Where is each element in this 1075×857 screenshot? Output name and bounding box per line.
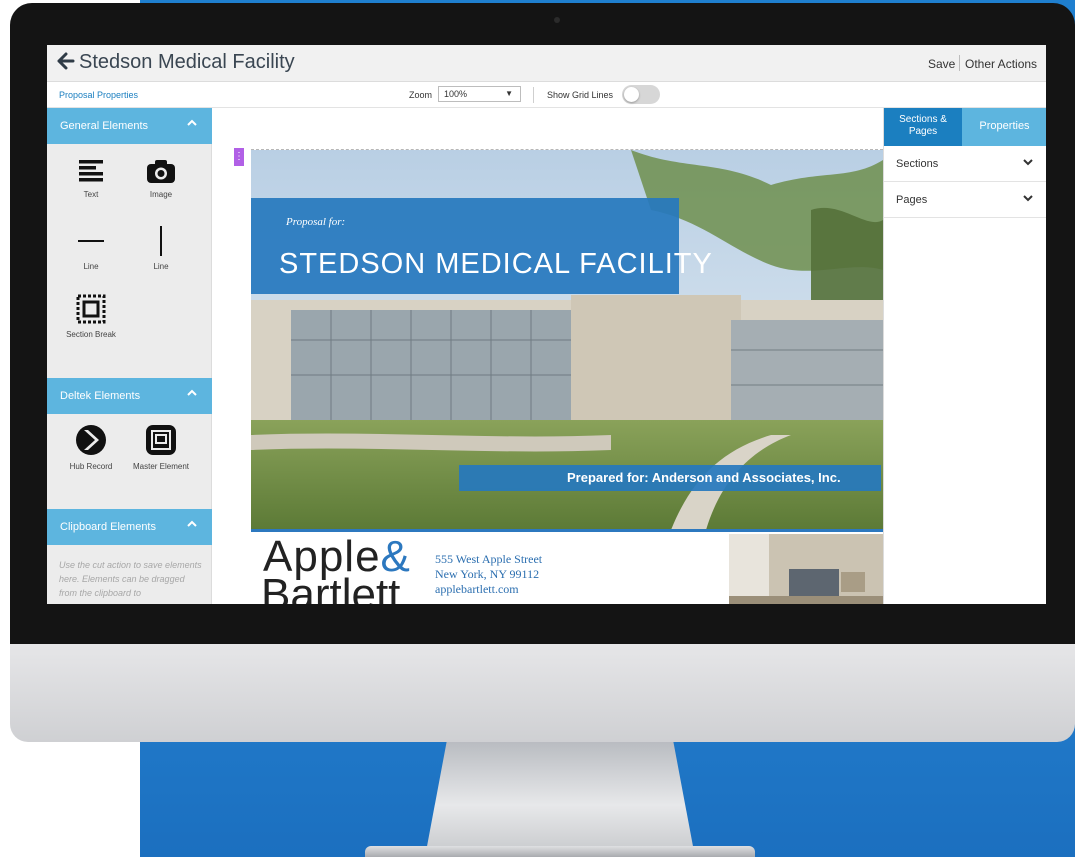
show-grid-lines-toggle[interactable] — [622, 85, 660, 104]
master-element-tool[interactable]: Master Element — [131, 424, 191, 472]
website-link: applebartlett.com — [435, 582, 519, 596]
section-break-icon — [76, 294, 106, 324]
tab-sections-pages[interactable]: Sections & Pages — [884, 108, 962, 146]
monitor-stand-base — [365, 846, 755, 857]
prepared-for-banner[interactable]: Prepared for: Anderson and Associates, I… — [459, 465, 881, 491]
general-elements-header[interactable]: General Elements — [47, 108, 212, 144]
hub-record-icon — [76, 425, 106, 455]
text-lines-icon — [79, 160, 103, 182]
app-screen: Stedson Medical Facility Save Other Acti… — [47, 45, 1046, 604]
general-elements-title: General Elements — [60, 120, 149, 132]
save-button[interactable]: Save — [928, 57, 955, 71]
cover-footer: Apple& Bartlett 555 West Apple Street Ne… — [251, 532, 883, 604]
text-element-tool[interactable]: Text — [61, 158, 121, 200]
horizontal-line-tool[interactable]: Line — [61, 226, 121, 272]
toolbar: Proposal Properties Zoom 100% ▼ Show Gri… — [47, 82, 1046, 108]
zoom-label: Zoom — [409, 90, 433, 100]
address-line: 555 West Apple Street — [435, 552, 543, 566]
office-interior-graphic — [729, 534, 883, 604]
proposal-properties-link[interactable]: Proposal Properties — [59, 90, 138, 100]
proposal-for-label: Proposal for: — [286, 216, 346, 228]
caret-down-icon: ▼ — [505, 89, 513, 98]
tool-label: Text — [83, 190, 99, 199]
tool-label: Section Break — [66, 330, 116, 339]
divider — [959, 55, 960, 71]
camera-icon — [147, 160, 175, 183]
clipboard-help-text: Use the cut action to save elements here… — [59, 560, 202, 598]
title-banner[interactable]: Proposal for: STEDSON MEDICAL FACILITY — [251, 198, 712, 294]
page-title: Stedson Medical Facility — [79, 51, 295, 73]
horizontal-line-icon — [78, 240, 104, 242]
deltek-elements-header[interactable]: Deltek Elements — [47, 378, 212, 414]
tool-label: Hub Record — [69, 462, 113, 471]
title-bar: Stedson Medical Facility Save Other Acti… — [47, 45, 1046, 82]
chevron-down-icon — [1023, 193, 1033, 206]
company-logo-line2: Bartlett — [261, 570, 401, 605]
vertical-line-icon — [160, 226, 162, 256]
hub-record-tool[interactable]: Hub Record — [61, 424, 121, 472]
address-line: New York, NY 99112 — [435, 567, 540, 581]
chevron-up-icon — [187, 388, 197, 401]
monitor-chin — [10, 644, 1075, 742]
monitor-stand — [425, 742, 695, 857]
proposal-canvas: ⋮ Proposal for: STEDSON MEDICAL FACILITY… — [213, 108, 883, 604]
tool-label: Line — [153, 262, 169, 271]
arrow-left-icon[interactable] — [57, 52, 75, 76]
clipboard-elements-title: Clipboard Elements — [60, 521, 156, 533]
project-name-heading: STEDSON MEDICAL FACILITY — [279, 248, 713, 280]
section-break-tool[interactable]: Section Break — [61, 294, 121, 340]
chevron-up-icon — [187, 519, 197, 532]
right-sidebar: Sections & Pages Properties Sections Pag… — [883, 108, 1046, 604]
vertical-line-tool[interactable]: Line — [131, 226, 191, 272]
master-element-icon — [146, 425, 176, 455]
show-grid-lines-label: Show Grid Lines — [547, 90, 614, 100]
tool-label: Master Element — [132, 462, 190, 471]
other-actions-button[interactable]: Other Actions — [965, 57, 1037, 71]
office-interior-image — [729, 534, 883, 604]
toggle-knob — [624, 87, 639, 102]
tool-label: Image — [149, 190, 173, 199]
zoom-select[interactable]: 100% ▼ — [438, 86, 521, 102]
scene: Stedson Medical Facility Save Other Acti… — [0, 0, 1075, 857]
drag-handle-icon[interactable]: ⋮ — [234, 148, 244, 166]
pages-accordion[interactable]: Pages — [884, 182, 1046, 218]
company-address: 555 West Apple Street New York, NY 99112… — [435, 552, 542, 597]
tool-label: Line — [83, 262, 99, 271]
cover-hero-image[interactable]: Proposal for: STEDSON MEDICAL FACILITY P… — [251, 149, 883, 529]
sections-accordion[interactable]: Sections — [884, 146, 1046, 182]
sections-label: Sections — [896, 158, 939, 170]
pages-label: Pages — [896, 194, 928, 206]
divider — [533, 87, 534, 103]
elements-sidebar: General Elements Text Image Line Line Se… — [47, 108, 212, 604]
tab-properties[interactable]: Properties — [962, 108, 1046, 146]
chevron-down-icon — [1023, 157, 1033, 170]
chevron-up-icon — [187, 118, 197, 131]
zoom-value: 100% — [444, 89, 468, 99]
clipboard-elements-header[interactable]: Clipboard Elements — [47, 509, 212, 545]
camera-icon — [554, 17, 560, 23]
deltek-elements-title: Deltek Elements — [60, 390, 141, 402]
image-element-tool[interactable]: Image — [131, 158, 191, 200]
